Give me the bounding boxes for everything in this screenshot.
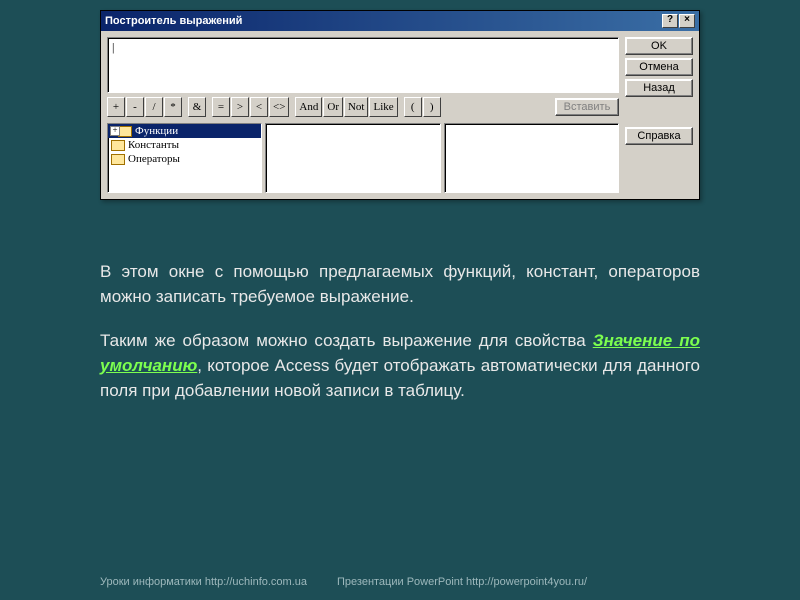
tree-item-functions[interactable]: Функции — [108, 124, 261, 138]
operator-toolbar: + - / * & = > < <> And Or Not Like ( ) — [107, 97, 619, 117]
items-panel[interactable] — [444, 123, 620, 193]
cancel-button[interactable]: Отмена — [625, 58, 693, 76]
dialog-titlebar[interactable]: Построитель выражений ? × — [101, 11, 699, 31]
description-paragraph-2: Таким же образом можно создать выражение… — [100, 329, 700, 403]
expression-builder-dialog: Построитель выражений ? × | + - / * & = … — [100, 10, 700, 200]
category-panels: Функции Константы Операторы — [107, 123, 619, 193]
insert-button[interactable]: Вставить — [555, 98, 619, 116]
titlebar-buttons: ? × — [662, 14, 695, 28]
ok-button[interactable]: OK — [625, 37, 693, 55]
slide-description: В этом окне с помощью предлагаемых функц… — [100, 260, 700, 423]
op-plus-button[interactable]: + — [107, 97, 125, 117]
op-or-button[interactable]: Or — [323, 97, 343, 117]
dialog-body: | + - / * & = > < <> And Or Not Like ( — [101, 31, 699, 199]
op-lparen-button[interactable]: ( — [404, 97, 422, 117]
op-mul-button[interactable]: * — [164, 97, 182, 117]
slide-footer: Уроки информатики http://uchinfo.com.ua … — [100, 576, 700, 588]
footer-right: Презентации PowerPoint http://powerpoint… — [337, 576, 587, 588]
help-button[interactable]: Справка — [625, 127, 693, 145]
folder-icon — [111, 140, 125, 151]
op-div-button[interactable]: / — [145, 97, 163, 117]
folder-plus-icon — [118, 126, 132, 137]
back-button[interactable]: Назад — [625, 79, 693, 97]
folder-icon — [111, 154, 125, 165]
tree-item-label: Функции — [135, 125, 178, 137]
op-gt-button[interactable]: > — [231, 97, 249, 117]
op-like-button[interactable]: Like — [369, 97, 397, 117]
dialog-left-column: | + - / * & = > < <> And Or Not Like ( — [107, 37, 619, 193]
op-rparen-button[interactable]: ) — [423, 97, 441, 117]
tree-item-label: Операторы — [128, 153, 180, 165]
op-not-button[interactable]: Not — [344, 97, 369, 117]
expression-input[interactable]: | — [107, 37, 619, 93]
op-eq-button[interactable]: = — [212, 97, 230, 117]
dialog-right-column: OK Отмена Назад Справка — [625, 37, 693, 193]
op-and-button[interactable]: And — [295, 97, 322, 117]
tree-item-label: Константы — [128, 139, 179, 151]
dialog-title: Построитель выражений — [105, 15, 242, 27]
close-icon[interactable]: × — [679, 14, 695, 28]
category-tree-panel[interactable]: Функции Константы Операторы — [107, 123, 262, 193]
op-lt-button[interactable]: < — [250, 97, 268, 117]
op-amp-button[interactable]: & — [188, 97, 206, 117]
help-icon[interactable]: ? — [662, 14, 678, 28]
tree-item-constants[interactable]: Константы — [108, 138, 261, 152]
subcategory-panel[interactable] — [265, 123, 441, 193]
op-ne-button[interactable]: <> — [269, 97, 289, 117]
description-paragraph-1: В этом окне с помощью предлагаемых функц… — [100, 260, 700, 309]
footer-left: Уроки информатики http://uchinfo.com.ua — [100, 576, 307, 588]
op-minus-button[interactable]: - — [126, 97, 144, 117]
tree-item-operators[interactable]: Операторы — [108, 152, 261, 166]
